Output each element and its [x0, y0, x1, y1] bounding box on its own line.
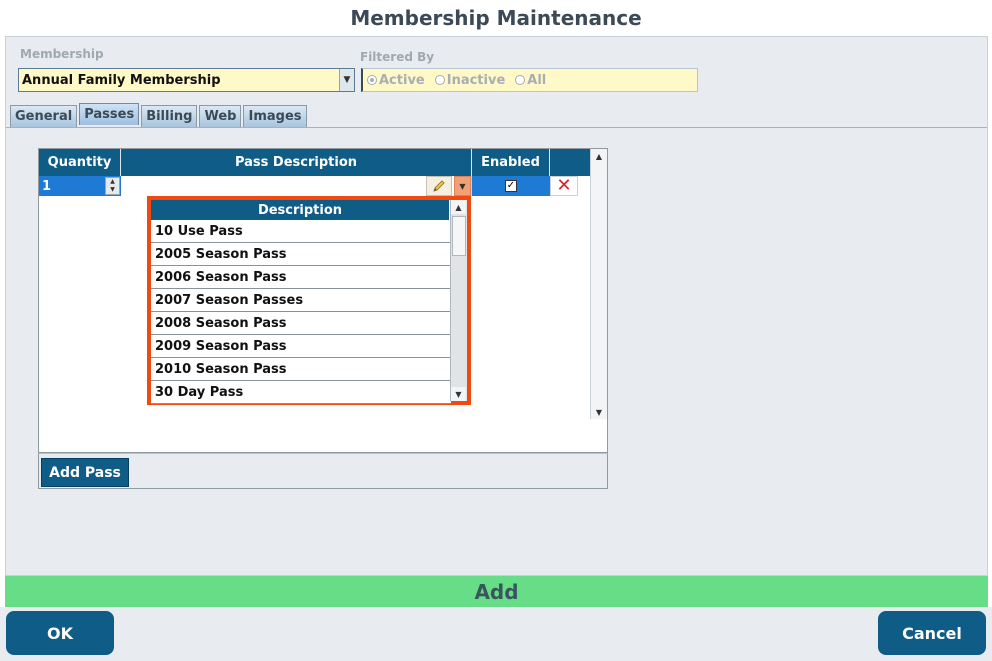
list-item[interactable]: 2009 Season Pass — [151, 335, 451, 358]
list-item[interactable]: 2006 Season Pass — [151, 266, 451, 289]
column-header-pass-description[interactable]: Pass Description — [121, 149, 472, 176]
list-item[interactable]: 2005 Season Pass — [151, 243, 451, 266]
dropdown-header: Description — [151, 200, 449, 220]
tab-divider — [6, 127, 987, 128]
column-header-enabled[interactable]: Enabled — [472, 149, 550, 176]
column-header-quantity[interactable]: Quantity — [39, 149, 121, 176]
stepper-arrows-icon[interactable]: ▲ ▼ — [105, 177, 120, 195]
tab-bar: General Passes Billing Web Images — [10, 103, 307, 127]
chevron-down-icon[interactable]: ▼ — [339, 69, 354, 91]
tab-passes[interactable]: Passes — [79, 103, 140, 125]
pass-description-field[interactable]: ▼ — [121, 176, 472, 196]
radio-all[interactable]: All — [515, 73, 546, 88]
list-item[interactable]: 2008 Season Pass — [151, 312, 451, 335]
grid-footer: Add Pass — [38, 453, 608, 489]
radio-active[interactable]: Active — [367, 73, 425, 88]
list-item[interactable]: 30 Day Pass — [151, 381, 451, 404]
radio-button-icon[interactable] — [367, 75, 377, 85]
tab-general[interactable]: General — [10, 105, 78, 127]
filter-label: Filtered By — [360, 50, 435, 64]
tab-images[interactable]: Images — [243, 105, 307, 127]
cancel-button[interactable]: Cancel — [878, 611, 986, 655]
scroll-down-icon[interactable]: ▼ — [591, 405, 607, 419]
add-pass-button[interactable]: Add Pass — [41, 458, 129, 487]
dropdown-list: 10 Use Pass 2005 Season Pass 2006 Season… — [151, 220, 451, 404]
membership-value: Annual Family Membership — [22, 72, 221, 88]
quantity-stepper[interactable]: 1 ▲ ▼ — [39, 176, 121, 196]
radio-button-icon[interactable] — [515, 75, 526, 85]
grid-header: Quantity Pass Description Enabled — [39, 149, 591, 176]
tab-web[interactable]: Web — [199, 105, 242, 127]
delete-row-button[interactable]: ✕ — [550, 176, 578, 196]
window-title: Membership Maintenance — [0, 0, 992, 36]
bottom-bar — [0, 607, 992, 661]
column-header-delete — [550, 149, 578, 176]
membership-select[interactable]: Annual Family Membership ▼ — [18, 68, 355, 92]
scroll-up-icon[interactable]: ▲ — [591, 149, 607, 163]
quantity-value[interactable]: 1 — [39, 179, 51, 194]
tab-billing[interactable]: Billing — [141, 105, 198, 127]
enabled-cell[interactable]: ✓ — [472, 176, 550, 196]
pencil-icon[interactable] — [426, 176, 452, 196]
table-row[interactable]: 1 ▲ ▼ ▼ ✓ ✕ — [39, 176, 591, 196]
filter-radio-group: Active Inactive All — [361, 68, 698, 92]
add-button[interactable]: Add — [5, 576, 988, 607]
dropdown-scrollbar[interactable]: ▲ ▼ — [450, 200, 467, 401]
scroll-down-icon[interactable]: ▼ — [451, 387, 466, 401]
checkmark-icon[interactable]: ✓ — [505, 180, 517, 192]
chevron-down-icon[interactable]: ▼ — [454, 176, 471, 196]
scroll-up-icon[interactable]: ▲ — [451, 200, 466, 214]
grid-scrollbar[interactable]: ▲ ▼ — [590, 149, 607, 419]
ok-button[interactable]: OK — [6, 611, 114, 655]
radio-inactive[interactable]: Inactive — [434, 73, 505, 88]
scroll-thumb[interactable] — [452, 216, 466, 256]
list-item[interactable]: 2007 Season Passes — [151, 289, 451, 312]
list-item[interactable]: 10 Use Pass — [151, 220, 451, 243]
radio-button-icon[interactable] — [434, 75, 445, 85]
list-item[interactable]: 2010 Season Pass — [151, 358, 451, 381]
pass-description-dropdown: Description 10 Use Pass 2005 Season Pass… — [147, 196, 471, 405]
membership-label: Membership — [20, 47, 104, 61]
close-icon[interactable]: ✕ — [556, 177, 571, 195]
